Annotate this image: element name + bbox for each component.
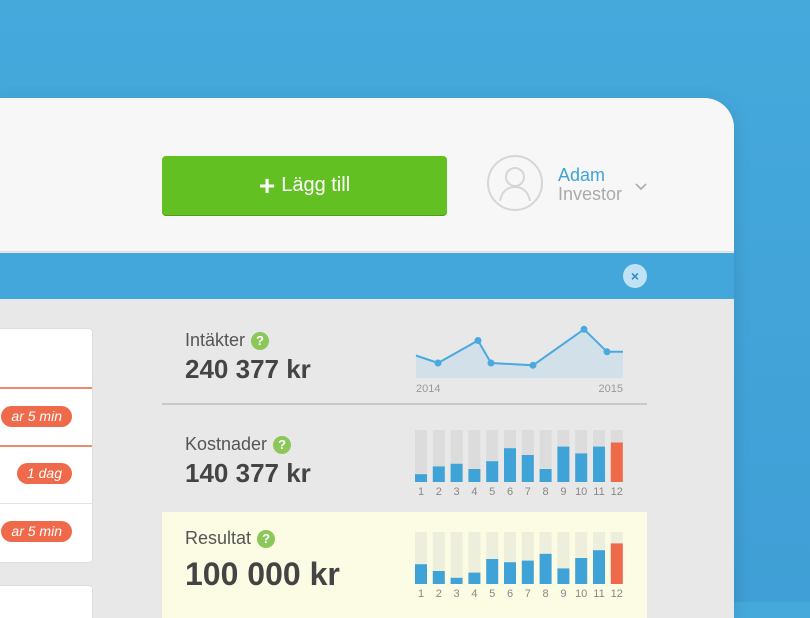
time-badge: ar 5 min (1, 406, 72, 427)
x-tick-label: 6 (507, 486, 513, 498)
chart-bar (539, 553, 552, 584)
chart-bar (575, 558, 588, 584)
x-tick-label: 3 (454, 588, 460, 600)
chart-bar (610, 543, 623, 584)
add-button-label: Lägg till (281, 174, 351, 196)
x-tick-label: 11 (593, 588, 604, 600)
x-tick-label: 2015 (599, 383, 623, 395)
chart-point (434, 359, 442, 367)
chart-point (529, 361, 537, 369)
x-tick-label: 7 (525, 486, 531, 498)
x-tick-label: 8 (543, 588, 549, 600)
chart-bar (432, 571, 445, 584)
x-tick-label: 10 (575, 486, 587, 498)
app-window: + Lägg till Adam Investor × ar 5 min 1 d… (0, 98, 734, 618)
chart-bar (468, 572, 481, 584)
plus-icon: + (258, 169, 276, 201)
user-menu[interactable]: Adam Investor (558, 166, 622, 204)
chart-bar (575, 453, 588, 482)
x-tick-label: 10 (575, 588, 587, 600)
chart-bar (557, 446, 570, 482)
x-tick-label: 5 (489, 588, 495, 600)
chart-bar (539, 469, 552, 482)
list-item[interactable]: ar 5 min (0, 387, 92, 445)
help-icon[interactable]: ? (251, 332, 270, 350)
chart-bar (450, 463, 463, 482)
help-icon[interactable]: ? (273, 436, 292, 454)
chart-bar (468, 469, 481, 482)
close-icon[interactable]: × (623, 264, 647, 288)
x-tick-label: 2 (436, 588, 442, 600)
chart-bar (486, 461, 499, 482)
x-tick-label: 6 (507, 588, 513, 600)
chart-bar (432, 466, 445, 482)
chart-bar (521, 455, 534, 482)
x-tick-label: 1 (418, 486, 424, 498)
revenue-value: 240 377 kr (185, 354, 311, 384)
chart-bar (504, 562, 516, 584)
chart-bar (450, 577, 463, 584)
result-value: 100 000 kr (185, 556, 340, 592)
costs-value: 140 377 kr (185, 458, 311, 488)
chart-bar (504, 448, 516, 482)
activity-list: ar 5 min 1 dag ar 5 min (0, 328, 93, 563)
x-tick-label: 9 (560, 486, 566, 498)
chart-point (603, 348, 611, 356)
x-tick-label: 4 (471, 486, 477, 498)
x-tick-label: 4 (471, 588, 477, 600)
x-tick-label: 9 (560, 588, 566, 600)
x-tick-label: 12 (611, 588, 623, 600)
header: + Lägg till Adam Investor (0, 98, 734, 252)
list-item[interactable]: 1 dag (0, 445, 92, 503)
user-role: Investor (558, 184, 623, 204)
chart-bar (593, 446, 605, 482)
user-icon[interactable] (487, 155, 543, 211)
x-tick-label: 3 (454, 486, 460, 498)
list-item[interactable]: ar 5 min (0, 503, 92, 561)
add-button[interactable]: + Lägg till (162, 156, 447, 215)
time-badge: 1 dag (16, 463, 72, 484)
help-icon[interactable]: ? (257, 530, 276, 548)
costs-chart: 1 2 3 4 5 6 7 8 9 10 11 12 (415, 430, 623, 498)
revenue-label: Intäkter? (185, 330, 270, 351)
chevron-down-icon[interactable] (634, 182, 648, 192)
x-tick-label: 2 (436, 486, 442, 498)
chart-bar (610, 442, 623, 482)
time-badge: ar 5 min (1, 521, 72, 542)
chart-point (580, 325, 588, 333)
x-tick-label: 1 (418, 588, 424, 600)
result-label: Resultat? (185, 528, 276, 549)
stat-divider (162, 403, 647, 405)
x-tick-label: 12 (611, 486, 623, 498)
chart-bar (415, 474, 427, 482)
revenue-chart: 2014 2015 (415, 325, 623, 395)
costs-label: Kostnader? (185, 434, 292, 455)
x-tick-label: 11 (593, 486, 604, 498)
x-tick-label: 8 (543, 486, 549, 498)
result-chart: 1 2 3 4 5 6 7 8 9 10 11 12 (415, 532, 623, 600)
chart-bar (593, 550, 605, 584)
chart-bar (486, 559, 499, 584)
x-tick-label: 2014 (416, 383, 440, 395)
x-tick-label: 5 (489, 486, 495, 498)
user-name: Adam (558, 165, 606, 185)
bar-background (450, 532, 463, 584)
chart-bar (521, 560, 534, 584)
chart-bar (557, 568, 570, 584)
chart-bar (415, 564, 427, 584)
x-tick-label: 7 (525, 588, 531, 600)
chart-point (474, 337, 482, 344)
chart-point (487, 359, 495, 367)
